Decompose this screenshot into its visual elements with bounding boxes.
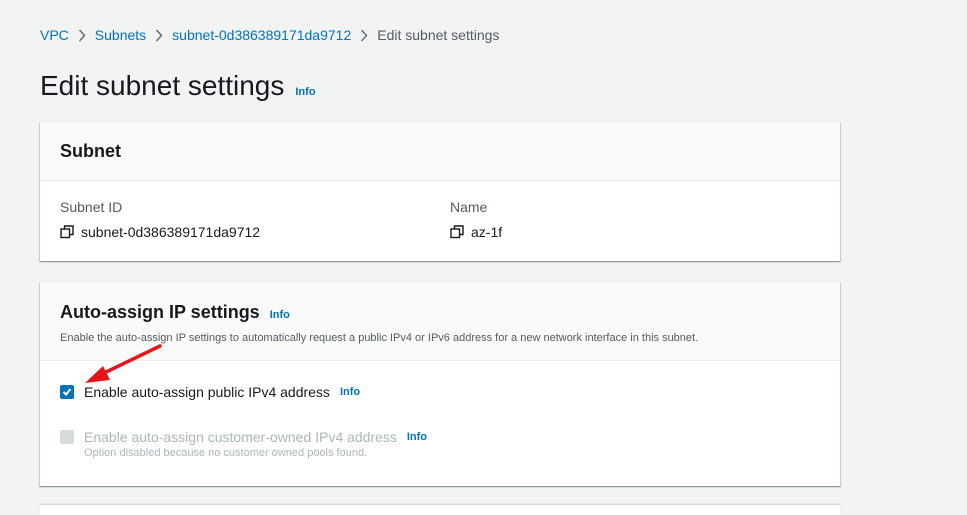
breadcrumb: VPC Subnets subnet-0d386389171da9712 Edi… <box>40 27 499 43</box>
subnet-panel-header: Subnet <box>40 122 840 181</box>
name-label: Name <box>450 199 488 215</box>
subnet-id-value-row: subnet-0d386389171da9712 <box>60 224 260 240</box>
customer-owned-ipv4-hint: Option disabled because no customer owne… <box>84 447 368 459</box>
public-ipv4-info-link[interactable]: Info <box>340 386 360 398</box>
name-field: Name az-1f <box>450 199 502 240</box>
customer-owned-ipv4-checkbox[interactable] <box>60 430 74 444</box>
breadcrumb-current: Edit subnet settings <box>377 27 500 43</box>
customer-owned-ipv4-option: Enable auto-assign customer-owned IPv4 a… <box>60 429 427 445</box>
subnet-id-label: Subnet ID <box>60 199 123 215</box>
breadcrumb-subnet-id[interactable]: subnet-0d386389171da9712 <box>172 27 351 43</box>
breadcrumb-subnets[interactable]: Subnets <box>95 27 146 43</box>
chevron-right-icon <box>69 28 95 42</box>
name-value: az-1f <box>471 224 503 240</box>
subnet-id-field: Subnet ID subnet-0d386389171da9712 <box>60 199 260 240</box>
name-value-row: az-1f <box>450 224 502 240</box>
customer-owned-ipv4-info-link[interactable]: Info <box>407 431 427 443</box>
copy-icon[interactable] <box>450 225 464 239</box>
public-ipv4-label[interactable]: Enable auto-assign public IPv4 address <box>84 384 330 400</box>
page-header: Edit subnet settings Info <box>40 68 316 104</box>
next-panel-edge <box>40 505 840 515</box>
copy-icon[interactable] <box>60 225 74 239</box>
chevron-right-icon <box>351 28 377 42</box>
page-info-link[interactable]: Info <box>295 86 315 98</box>
subnet-id-value: subnet-0d386389171da9712 <box>81 224 261 240</box>
chevron-right-icon <box>146 28 172 42</box>
subnet-panel-title: Subnet <box>60 141 121 161</box>
auto-assign-panel-title: Auto-assign IP settings <box>60 302 260 322</box>
breadcrumb-vpc[interactable]: VPC <box>40 27 69 43</box>
page-title: Edit subnet settings <box>40 70 285 101</box>
auto-assign-panel-header: Auto-assign IP settings Info Enable the … <box>40 282 840 361</box>
public-ipv4-option: Enable auto-assign public IPv4 address I… <box>60 384 360 400</box>
subnet-panel: Subnet Subnet ID subnet-0d386389171da971… <box>40 122 840 261</box>
auto-assign-panel: Auto-assign IP settings Info Enable the … <box>40 282 840 486</box>
public-ipv4-checkbox[interactable] <box>60 385 74 399</box>
auto-assign-info-link[interactable]: Info <box>270 309 290 321</box>
checkmark-icon <box>62 388 72 396</box>
auto-assign-description: Enable the auto-assign IP settings to au… <box>60 332 699 344</box>
customer-owned-ipv4-label: Enable auto-assign customer-owned IPv4 a… <box>84 429 397 445</box>
